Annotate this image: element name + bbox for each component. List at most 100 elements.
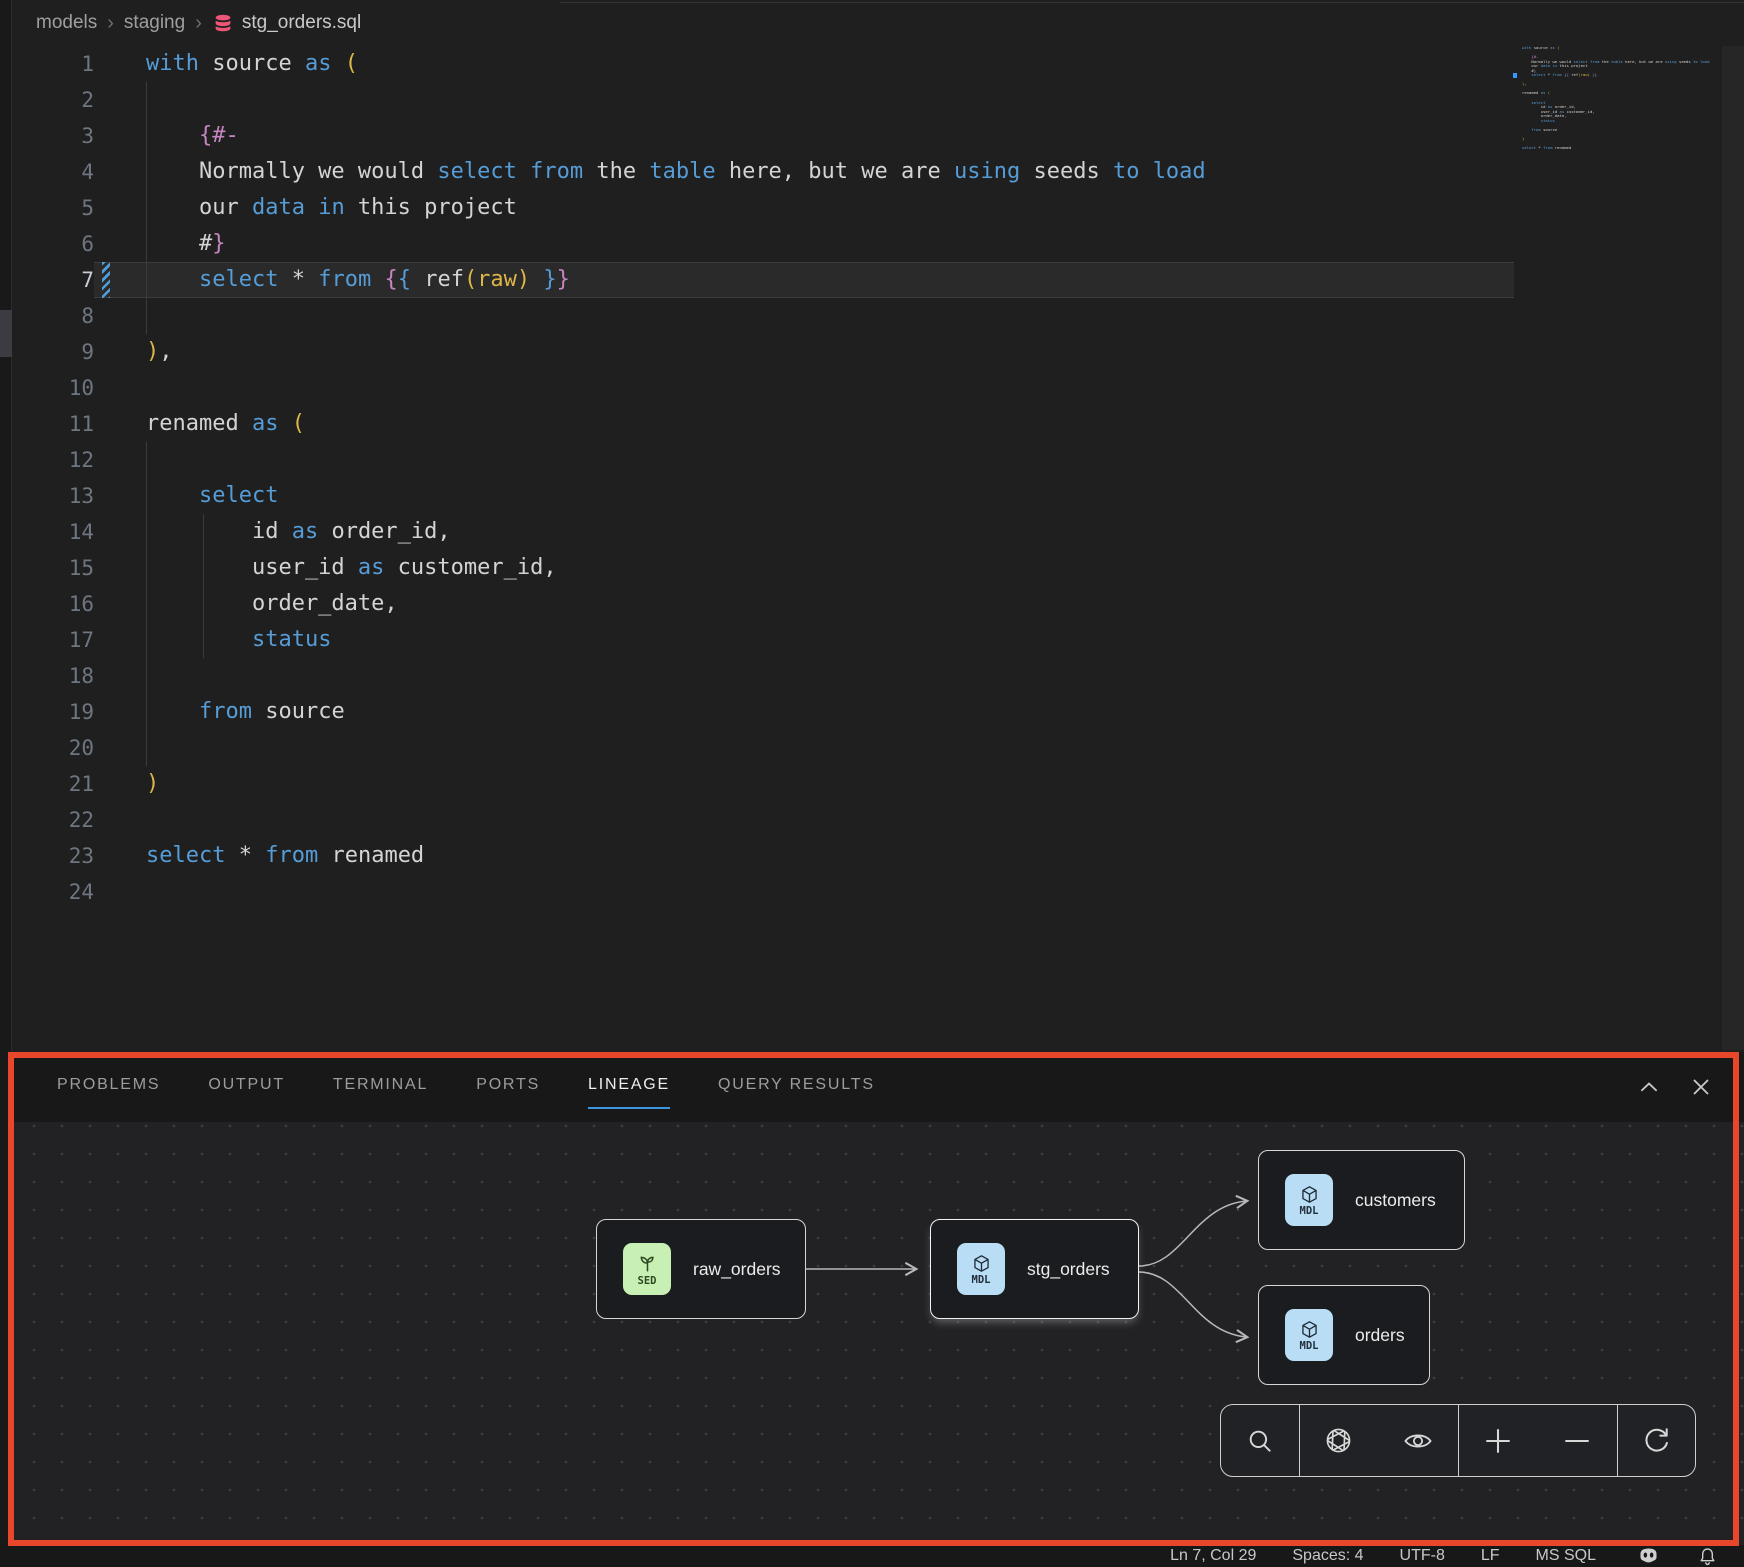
node-label: stg_orders xyxy=(1027,1259,1110,1280)
close-panel-button[interactable] xyxy=(1688,1074,1714,1100)
code-line-19[interactable]: 19 from source xyxy=(12,694,1514,730)
code-line-13[interactable]: 13 select xyxy=(12,478,1514,514)
code-text: from source xyxy=(146,694,345,730)
line-number: 8 xyxy=(12,298,94,334)
model-badge: MDL xyxy=(957,1243,1005,1295)
modified-line-indicator xyxy=(102,262,110,298)
seedling-icon xyxy=(636,1252,659,1275)
gutter-decoration xyxy=(94,334,146,370)
code-line-24[interactable]: 24 xyxy=(12,874,1514,910)
line-number: 23 xyxy=(12,838,94,874)
code-line-7[interactable]: 7 select * from {{ ref(raw) }} xyxy=(12,262,1514,298)
notifications-button[interactable] xyxy=(1697,1546,1718,1567)
code-line-17[interactable]: 17 status xyxy=(12,622,1514,658)
cube-icon xyxy=(1299,1319,1320,1340)
lineage-node-customers[interactable]: MDLcustomers xyxy=(1258,1150,1465,1250)
gutter-decoration xyxy=(94,226,146,262)
line-number: 14 xyxy=(12,514,94,550)
gutter-decoration xyxy=(94,838,146,874)
database-icon xyxy=(212,12,234,34)
status-encoding[interactable]: UTF-8 xyxy=(1400,1547,1445,1565)
tab-output[interactable]: OUTPUT xyxy=(208,1076,285,1098)
line-number: 5 xyxy=(12,190,94,226)
breadcrumb-file[interactable]: stg_orders.sql xyxy=(212,12,361,34)
tab-query-results[interactable]: QUERY RESULTS xyxy=(718,1076,875,1098)
refresh-button[interactable] xyxy=(1641,1425,1672,1456)
editor-scrollbar[interactable] xyxy=(1722,46,1744,1050)
code-line-18[interactable]: 18 xyxy=(12,658,1514,694)
code-line-4[interactable]: 4 Normally we would select from the tabl… xyxy=(12,154,1514,190)
line-number: 1 xyxy=(12,46,94,82)
tab-lineage[interactable]: LINEAGE xyxy=(588,1076,670,1109)
code-line-14[interactable]: 14 id as order_id, xyxy=(12,514,1514,550)
collapse-panel-button[interactable] xyxy=(1636,1074,1662,1100)
code-text: status xyxy=(146,622,331,658)
code-line-6[interactable]: 6 #} xyxy=(12,226,1514,262)
search-icon xyxy=(1245,1426,1275,1456)
editor-top-divider xyxy=(560,2,1744,3)
gutter-decoration xyxy=(94,406,146,442)
code-line-11[interactable]: 11renamed as ( xyxy=(12,406,1514,442)
tab-terminal[interactable]: TERMINAL xyxy=(333,1076,428,1098)
gutter-decoration xyxy=(94,118,146,154)
lineage-node-raw_orders[interactable]: SED raw_orders xyxy=(596,1219,806,1319)
node-label: raw_orders xyxy=(693,1259,781,1280)
lineage-canvas[interactable]: SEDraw_ordersMDLstg_ordersMDLcustomersMD… xyxy=(12,1122,1744,1545)
code-line-5[interactable]: 5 our data in this project xyxy=(12,190,1514,226)
edge-stg-to-orders xyxy=(1139,1272,1246,1337)
gutter-decoration xyxy=(94,730,146,766)
copilot-button[interactable] xyxy=(1636,1544,1661,1567)
status-language-mode[interactable]: MS SQL xyxy=(1536,1547,1596,1565)
code-line-16[interactable]: 16 order_date, xyxy=(12,586,1514,622)
code-line-23[interactable]: 23select * from renamed xyxy=(12,838,1514,874)
code-line-22[interactable]: 22 xyxy=(12,802,1514,838)
status-cursor-position[interactable]: Ln 7, Col 29 xyxy=(1170,1547,1256,1565)
code-line-2[interactable]: 2 xyxy=(12,82,1514,118)
chevron-up-icon xyxy=(1636,1074,1662,1100)
code-line-3[interactable]: 3 {#- xyxy=(12,118,1514,154)
left-sidebar-strip xyxy=(0,0,12,1545)
code-line-1[interactable]: 1with source as ( xyxy=(12,46,1514,82)
sidebar-scrollbar-thumb[interactable] xyxy=(0,310,12,357)
breadcrumb-staging[interactable]: staging xyxy=(124,12,185,34)
lineage-node-stg_orders[interactable]: MDL stg_orders xyxy=(930,1219,1139,1319)
search-button[interactable] xyxy=(1245,1426,1275,1456)
cube-icon xyxy=(971,1253,992,1274)
code-lines: 1with source as (23 {#-4 Normally we wou… xyxy=(12,46,1514,910)
gutter-decoration xyxy=(94,298,146,334)
code-line-20[interactable]: 20 xyxy=(12,730,1514,766)
badge-label: MDL xyxy=(972,1274,991,1286)
refresh-icon xyxy=(1641,1425,1672,1456)
status-indentation[interactable]: Spaces: 4 xyxy=(1292,1547,1363,1565)
breadcrumb-models[interactable]: models xyxy=(36,12,97,34)
status-eol[interactable]: LF xyxy=(1481,1547,1500,1565)
code-line-10[interactable]: 10 xyxy=(12,370,1514,406)
tab-problems[interactable]: PROBLEMS xyxy=(57,1076,160,1098)
seed-badge: SED xyxy=(623,1243,671,1295)
model-badge: MDL xyxy=(1285,1174,1333,1226)
lineage-node-orders[interactable]: MDLorders xyxy=(1258,1285,1430,1385)
line-number: 3 xyxy=(12,118,94,154)
lineage-edges xyxy=(12,1122,1744,1545)
code-line-9[interactable]: 9), xyxy=(12,334,1514,370)
zoom-in-button[interactable] xyxy=(1481,1424,1515,1458)
edge-stg-to-customers xyxy=(1139,1201,1246,1266)
zoom-out-button[interactable] xyxy=(1560,1424,1594,1458)
code-line-21[interactable]: 21) xyxy=(12,766,1514,802)
vscode-window: models › staging › stg_orders.sql 1with … xyxy=(0,0,1744,1567)
code-text: select * from {{ ref(raw) }} xyxy=(146,262,570,298)
line-number: 18 xyxy=(12,658,94,694)
code-line-8[interactable]: 8 xyxy=(12,298,1514,334)
code-line-15[interactable]: 15 user_id as customer_id, xyxy=(12,550,1514,586)
gutter-decoration xyxy=(94,550,146,586)
visibility-button[interactable] xyxy=(1402,1425,1434,1457)
code-text: select xyxy=(146,478,278,514)
minimap[interactable]: with source as ( {#- Normally we would s… xyxy=(1522,46,1708,155)
gutter-decoration xyxy=(94,874,146,910)
code-text: id as order_id, xyxy=(146,514,451,550)
code-line-12[interactable]: 12 xyxy=(12,442,1514,478)
code-text: user_id as customer_id, xyxy=(146,550,557,586)
tab-ports[interactable]: PORTS xyxy=(476,1076,540,1098)
badge-label: SED xyxy=(638,1275,657,1287)
aperture-button[interactable] xyxy=(1323,1425,1354,1456)
